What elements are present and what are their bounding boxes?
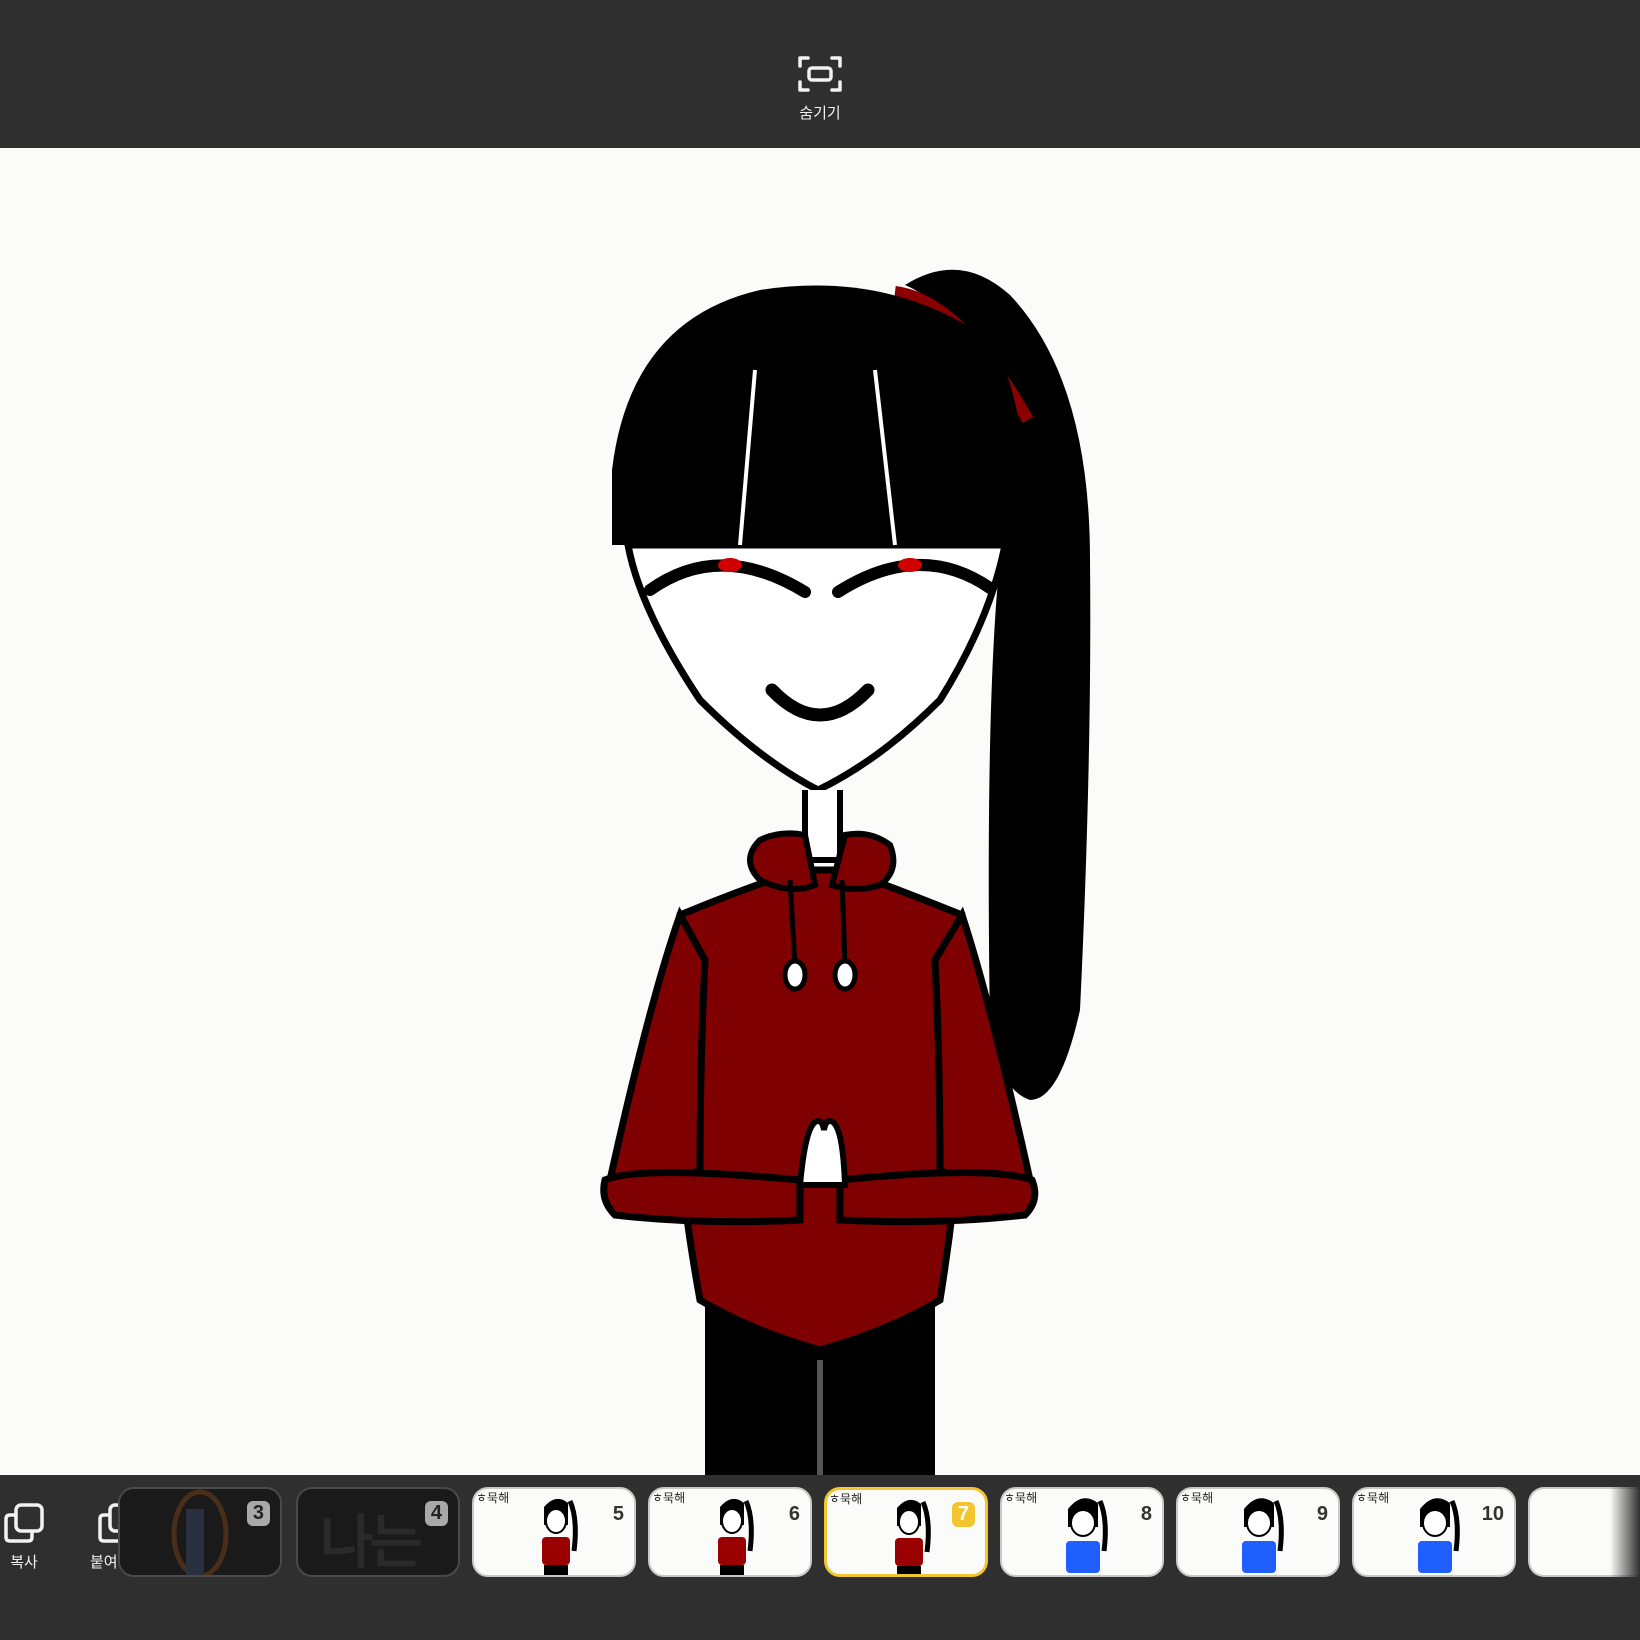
frame-thumbnail-8[interactable]: ㅎ묵해 8: [1000, 1487, 1164, 1577]
character-drawing: [600, 269, 1091, 1475]
frame-thumbnail-4[interactable]: 나는 4: [296, 1487, 460, 1577]
frame-caption: ㅎ묵해: [1004, 1491, 1038, 1505]
copy-icon: [4, 1503, 44, 1543]
timeline-fade: [1610, 1475, 1640, 1640]
frame-caption: ㅎ묵해: [1180, 1491, 1214, 1505]
frame-thumbnail-3[interactable]: 3: [118, 1487, 282, 1577]
hide-icon: [798, 56, 842, 92]
frame-number: 8: [1140, 1503, 1152, 1525]
hide-label: 숨기기: [799, 104, 841, 122]
copy-button[interactable]: 복사: [2, 1501, 46, 1572]
frame-number: 7: [951, 1502, 975, 1527]
top-toolbar: 숨기기: [0, 0, 1640, 148]
frame-number: 4: [424, 1501, 448, 1526]
drawing-canvas[interactable]: [0, 148, 1640, 1475]
hide-button[interactable]: 숨기기: [780, 52, 860, 130]
frame-number: 10: [1481, 1503, 1504, 1525]
frame-thumbnail-5[interactable]: ㅎ묵해 5: [472, 1487, 636, 1577]
frame-thumbnail-9[interactable]: ㅎ묵해 9: [1176, 1487, 1340, 1577]
frame-4-text: 나는: [320, 1508, 423, 1576]
frame-number: 9: [1316, 1503, 1328, 1525]
frame-thumbnail-6[interactable]: ㅎ묵해 6: [648, 1487, 812, 1577]
frame-caption: ㅎ묵해: [1356, 1491, 1390, 1505]
copy-label: 복사: [10, 1553, 38, 1571]
frame-caption: ㅎ묵해: [829, 1492, 863, 1506]
frame-thumbnail-7[interactable]: ㅎ묵해 7: [824, 1487, 988, 1577]
frame-number: 5: [612, 1503, 624, 1525]
frame-thumbnail-10[interactable]: ㅎ묵해 10: [1352, 1487, 1516, 1577]
frame-number: 3: [246, 1501, 270, 1526]
timeline-bar: 복사 붙여넣기 3 나는 4 ㅎ묵해 5 ㅎ묵해: [0, 1475, 1640, 1640]
frame-caption: ㅎ묵해: [652, 1491, 686, 1505]
frame-number: 6: [788, 1503, 800, 1525]
frame-caption: ㅎ묵해: [476, 1491, 510, 1505]
